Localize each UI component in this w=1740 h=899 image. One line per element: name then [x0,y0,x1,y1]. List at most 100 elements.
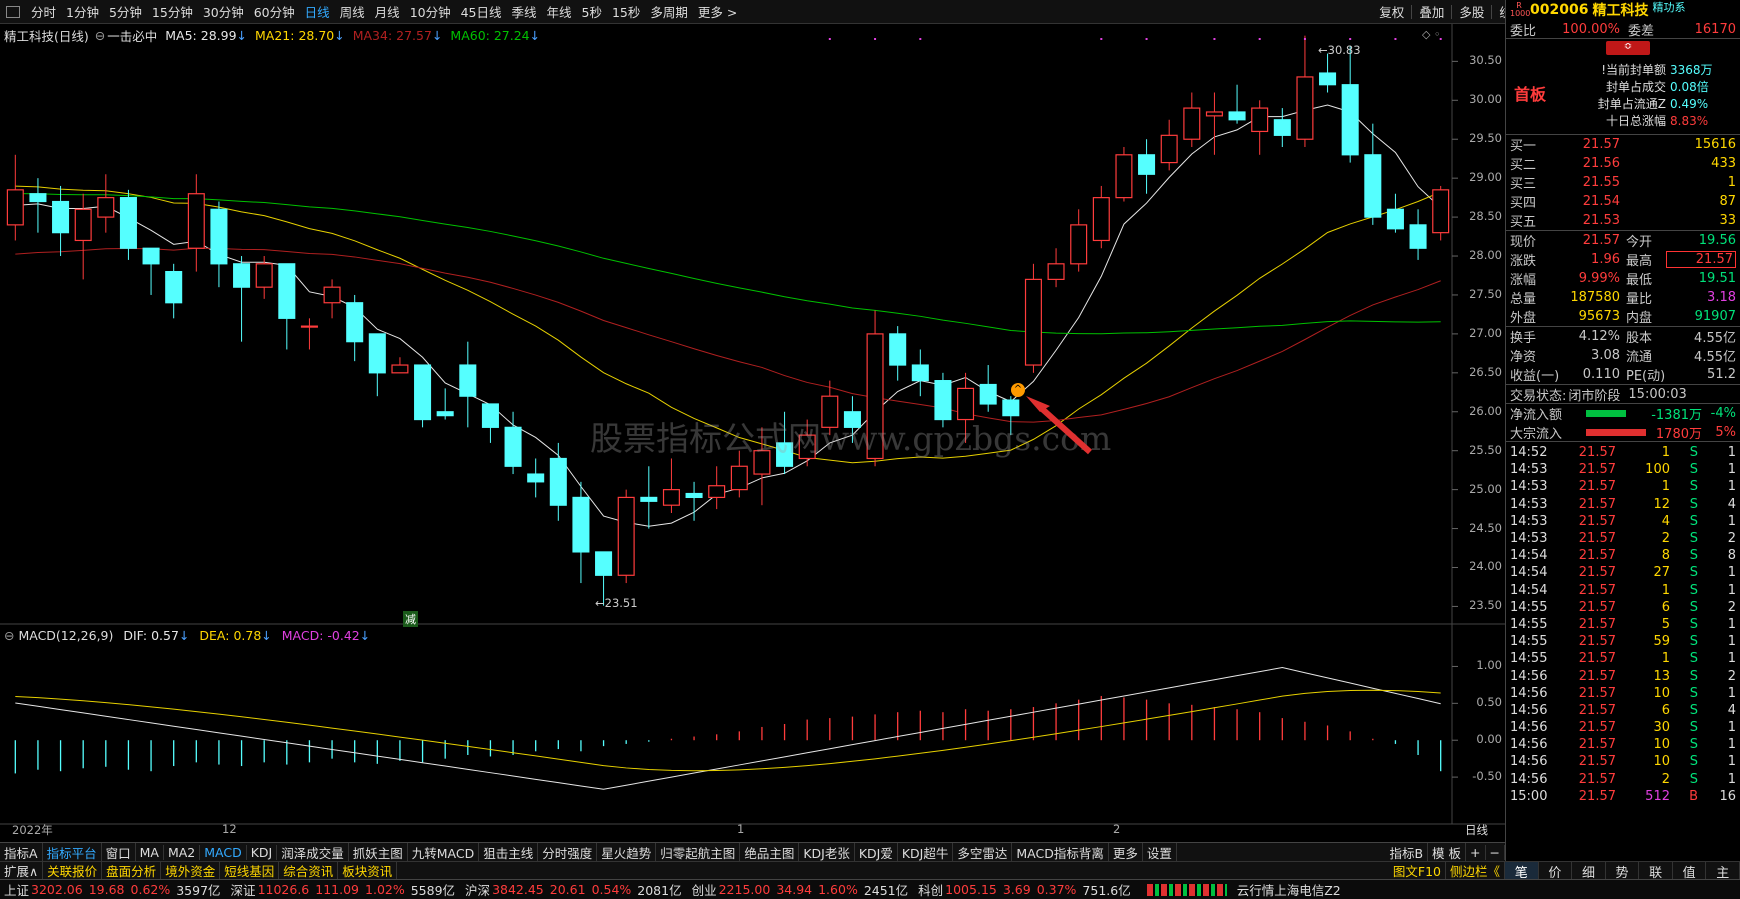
bid-row[interactable]: 买三 21.55 1 [1506,173,1740,192]
indicator-tab[interactable]: 狙击主线 [479,842,539,862]
price-tick: 25.00 [1469,481,1502,496]
period-tab[interactable]: 15秒 [607,2,645,21]
indicator-tab[interactable]: 星火趋势 [597,842,657,862]
indicator-tab[interactable]: 指标平台 [43,842,102,862]
tick-count: 4 [1727,702,1736,718]
extension-tab[interactable]: 综合资讯 [279,861,339,880]
candle-body [617,496,635,576]
bid-row[interactable]: 买四 21.54 87 [1506,192,1740,211]
side-link-tab[interactable]: 图文F10 [1389,861,1446,880]
period-tab[interactable]: 年线 [542,2,577,21]
extension-tab[interactable]: 境外资金 [161,861,221,880]
template-tab[interactable]: 模 板 [1428,842,1467,862]
side-link-tab[interactable]: 侧边栏《 [1446,861,1505,880]
candle-body [391,364,409,374]
period-tab[interactable]: 月线 [370,2,405,21]
extension-tab[interactable]: 短线基因 [220,861,280,880]
server-label[interactable]: 云行情上海电信Z2 [1237,880,1341,899]
period-tab[interactable]: 45日线 [456,2,507,21]
extension-tab[interactable]: 关联报价 [43,861,103,880]
minus-icon[interactable]: − [1486,844,1505,860]
toolbar-button[interactable]: 叠加 [1414,2,1449,21]
indicator-tab[interactable]: 九转MACD [408,842,480,862]
indicator-tab[interactable]: MACD指标背离 [1012,842,1109,862]
side-tab[interactable]: 细 [1572,862,1606,881]
indicator-tab[interactable]: 设置 [1143,842,1177,862]
index-name[interactable]: 上证 [4,880,29,899]
toolbar-button[interactable]: 多股 [1454,2,1489,21]
weibi-label: 委比 [1510,23,1537,39]
index-name[interactable]: 沪深 [465,880,490,899]
tick-list[interactable]: 14:52 21.57 1 S 1 14:53 21.57 100 S 1 14:53 21.57 1 S… [1506,442,1740,805]
tick-price: 21.57 [1578,616,1616,632]
period-tab[interactable]: 更多 > [693,2,742,21]
period-tab[interactable]: 60分钟 [249,2,300,21]
indicator-tab[interactable]: 分时强度 [538,842,598,862]
period-tab[interactable]: 日线 [300,2,335,21]
tick-row: 14:52 21.57 1 S 1 [1506,444,1740,461]
side-tab[interactable]: 主 [1706,862,1740,881]
indicator-tab[interactable]: 窗口 [102,842,136,862]
candle-body [640,496,658,502]
indicator-tab[interactable]: MA [136,844,164,860]
tick-direction: S [1689,651,1698,667]
period-tab[interactable]: 多周期 [645,2,693,21]
extension-tab[interactable]: 扩展∧ [0,861,44,880]
indicator-tab[interactable]: 指标A [0,842,43,862]
tick-count: 1 [1727,462,1736,478]
tick-direction: S [1689,634,1698,650]
indicator-tab[interactable]: 抓妖主图 [349,842,408,862]
index-name[interactable]: 深证 [231,880,256,899]
indicator-tab[interactable]: KDJ超牛 [898,842,954,862]
index-name[interactable]: 创业 [692,880,717,899]
dif-value: DIF: 0.57 [123,628,179,643]
side-tab[interactable]: 势 [1606,862,1640,881]
indicator-tab[interactable]: 绝品主图 [740,842,800,862]
side-tab[interactable]: 笔 [1505,862,1539,881]
indicator-tab[interactable]: 润泽成交量 [277,842,349,862]
period-tab[interactable]: 5秒 [577,2,607,21]
index-value: 1005.15 [945,882,997,897]
candle-body [911,364,929,382]
bid-row[interactable]: 买二 21.56 433 [1506,154,1740,173]
concept-tag[interactable]: 精功系 [1652,0,1685,15]
period-tab[interactable]: 30分钟 [198,2,249,21]
template-tab[interactable]: 指标B [1385,842,1429,862]
indicator-tab[interactable]: KDJ老张 [799,842,855,862]
tick-row: 14:55 21.57 6 S 2 [1506,599,1740,616]
add-icon[interactable]: + [1466,844,1486,860]
toolbar-button[interactable]: 复权 [1374,2,1409,21]
index-change: 19.68 [88,882,125,897]
menu-icon[interactable] [6,5,20,18]
side-tab[interactable]: 价 [1539,862,1573,881]
indicator-tab[interactable]: 更多 [1109,842,1143,862]
side-tab[interactable]: 联 [1639,862,1673,881]
side-tab[interactable]: 值 [1673,862,1707,881]
bid-row[interactable]: 买一 21.57 15616 [1506,135,1740,154]
period-tab[interactable]: 15分钟 [147,2,198,21]
bid-price: 21.53 [1582,213,1620,228]
indicator-tab[interactable]: KDJ [247,844,278,860]
period-tab[interactable]: 分时 [26,2,61,21]
period-tab[interactable]: 10分钟 [405,2,456,21]
indicator-tab[interactable]: MACD [200,844,247,860]
tick-volume: 59 [1653,634,1670,650]
toggle-icon[interactable]: ≎ [1606,41,1650,55]
period-tab[interactable]: 1分钟 [61,2,104,21]
indicator-tab[interactable]: KDJ爱 [855,842,898,862]
candle-body [1205,111,1223,117]
indicator-tab[interactable]: 归零起航主图 [656,842,741,862]
index-name[interactable]: 科创 [918,880,943,899]
extension-tab[interactable]: 板块资讯 [338,861,398,880]
period-tab[interactable]: 5分钟 [104,2,147,21]
period-tab[interactable]: 周线 [335,2,370,21]
bid-row[interactable]: 买五 21.53 33 [1506,211,1740,230]
bigflow-row: 大宗流入 1780万 5% [1506,423,1740,442]
period-tab[interactable]: 季线 [507,2,542,21]
corner-icons[interactable]: ◇ ◦ [1422,28,1440,41]
kline-chart-area[interactable]: 精工科技(日线) ⊖ 一击必中 MA5: 28.99 ↓ MA21: 28.70 ↓… [0,24,1505,837]
indicator-tab[interactable]: 多空雷达 [953,842,1013,862]
extension-tab[interactable]: 盘面分析 [102,861,162,880]
tick-direction: S [1689,737,1698,753]
indicator-tab[interactable]: MA2 [164,844,201,860]
